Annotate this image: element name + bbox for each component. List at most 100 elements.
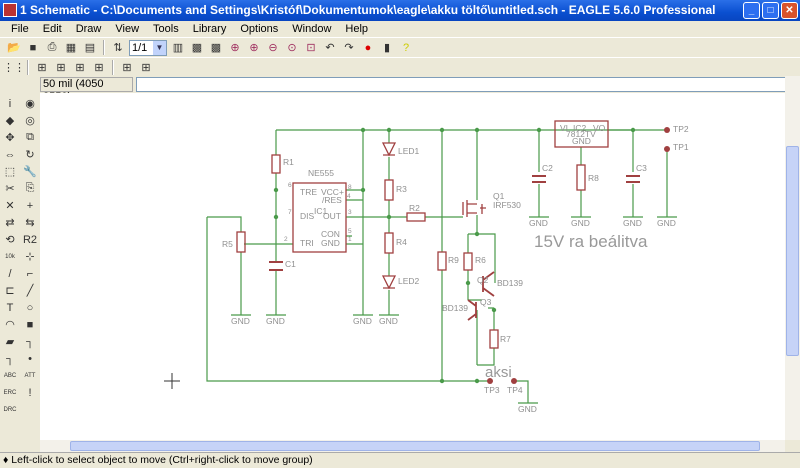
- script-icon[interactable]: ▩: [189, 40, 205, 56]
- net-icon[interactable]: ┐: [1, 350, 19, 367]
- minimize-button[interactable]: _: [743, 2, 760, 19]
- zoom-redraw-icon[interactable]: ⊙: [284, 40, 300, 56]
- label-tre: TRE: [300, 187, 317, 197]
- attribute-icon[interactable]: ATT: [21, 367, 39, 384]
- schematic-drawing[interactable]: R1NE555IC1R3R4LED1LED2R2R5C1Q1IRF530R9 R6…: [40, 93, 785, 440]
- menu-file[interactable]: File: [4, 21, 36, 37]
- text-icon[interactable]: T: [1, 299, 19, 316]
- label-icon[interactable]: ABC: [1, 367, 19, 384]
- zoom-in-icon[interactable]: ⊕: [246, 40, 262, 56]
- polygon-icon[interactable]: ▰: [1, 333, 19, 350]
- menu-tools[interactable]: Tools: [146, 21, 186, 37]
- sheet-select[interactable]: 1/1 ▼: [129, 39, 167, 56]
- menu-options[interactable]: Options: [233, 21, 285, 37]
- zoom-out-icon[interactable]: ⊖: [265, 40, 281, 56]
- bus-icon[interactable]: ┐: [21, 333, 39, 350]
- resistor-r4: [384, 232, 394, 254]
- layout-icon-2[interactable]: ⊞: [53, 59, 69, 75]
- redo-icon[interactable]: ↷: [341, 40, 357, 56]
- errors-icon[interactable]: !: [21, 384, 39, 401]
- use-icon[interactable]: ⇅: [110, 40, 126, 56]
- label-r6: R6: [475, 255, 486, 265]
- smash-icon[interactable]: ⊹: [21, 248, 39, 265]
- mosfet-q1: [462, 200, 486, 217]
- group-icon[interactable]: ⬚: [1, 163, 19, 180]
- mirror-icon[interactable]: ⇔: [1, 146, 19, 163]
- invoke-icon[interactable]: ⊏: [1, 282, 19, 299]
- name-icon[interactable]: R2: [21, 231, 39, 248]
- go-icon[interactable]: ▮: [379, 40, 395, 56]
- stop-icon[interactable]: ●: [360, 40, 376, 56]
- resistor-r2: [406, 212, 426, 222]
- resistor-r8: [576, 164, 586, 191]
- print-icon[interactable]: ⎙: [44, 40, 60, 56]
- resistor-r7: [489, 329, 499, 349]
- drc-icon[interactable]: DRC: [1, 401, 19, 418]
- wires: [206, 129, 668, 403]
- menu-view[interactable]: View: [108, 21, 146, 37]
- add-icon[interactable]: +: [21, 197, 39, 214]
- cut-icon[interactable]: ✂: [1, 180, 19, 197]
- cam-icon[interactable]: ▦: [63, 40, 79, 56]
- ulp-icon[interactable]: ▩: [208, 40, 224, 56]
- vertical-scrollbar[interactable]: [785, 76, 800, 440]
- menu-window[interactable]: Window: [285, 21, 338, 37]
- menu-edit[interactable]: Edit: [36, 21, 69, 37]
- undo-icon[interactable]: ↶: [322, 40, 338, 56]
- eye-icon[interactable]: ◉: [21, 95, 39, 112]
- gateswap-icon[interactable]: ⇆: [21, 214, 39, 231]
- zoom-fit-icon[interactable]: ⊕: [227, 40, 243, 56]
- pinswap-icon[interactable]: ⇄: [1, 214, 19, 231]
- resistor-r3: [384, 179, 394, 201]
- menu-library[interactable]: Library: [186, 21, 234, 37]
- maximize-button[interactable]: □: [762, 2, 779, 19]
- rotate-icon[interactable]: ↻: [21, 146, 39, 163]
- layout-icon-4[interactable]: ⊞: [91, 59, 107, 75]
- gnd-label: GND: [623, 218, 642, 228]
- aksi-text: aksi: [485, 364, 512, 381]
- grid-icon[interactable]: ⋮⋮: [3, 59, 25, 75]
- value-icon[interactable]: 10k: [1, 248, 19, 265]
- command-input[interactable]: [136, 77, 800, 92]
- erc-icon[interactable]: ERC: [1, 384, 19, 401]
- rect-icon[interactable]: ■: [21, 316, 39, 333]
- circle-icon[interactable]: ○: [21, 299, 39, 316]
- label-out: OUT: [323, 211, 341, 221]
- params-toolbar: ⋮⋮ ⊞ ⊞ ⊞ ⊞ ⊞ ⊞: [0, 57, 800, 76]
- delete-icon[interactable]: ✕: [1, 197, 19, 214]
- label-tp4: TP4: [507, 385, 523, 395]
- save-icon[interactable]: ■: [25, 40, 41, 56]
- horizontal-scroll-thumb[interactable]: [70, 441, 760, 451]
- menu-help[interactable]: Help: [338, 21, 375, 37]
- resistor-r1: [271, 154, 281, 174]
- split-icon[interactable]: /: [1, 265, 19, 282]
- layout-icon-3[interactable]: ⊞: [72, 59, 88, 75]
- menu-draw[interactable]: Draw: [69, 21, 109, 37]
- layout-icon-6[interactable]: ⊞: [138, 59, 154, 75]
- move-icon[interactable]: ✥: [1, 129, 19, 146]
- arc-icon[interactable]: ◠: [1, 316, 19, 333]
- main-toolbar: 📂 ■ ⎙ ▦ ▤ ⇅ 1/1 ▼ ▥ ▩ ▩ ⊕ ⊕ ⊖ ⊙ ⊡ ↶ ↷ ● ▮?: [0, 37, 800, 57]
- help-icon[interactable]: ?: [398, 40, 414, 56]
- show-icon[interactable]: ◎: [21, 112, 39, 129]
- schematic-canvas[interactable]: R1 NE555 IC1 R3 R4 LED1 LED2 R2 R5 C1 Q1 IRF530 R9 R6…: [40, 93, 785, 440]
- open-icon[interactable]: 📂: [6, 40, 22, 56]
- layout-icon-1[interactable]: ⊞: [34, 59, 50, 75]
- close-button[interactable]: ✕: [781, 2, 798, 19]
- junction-icon[interactable]: •: [21, 350, 39, 367]
- horizontal-scrollbar[interactable]: [40, 440, 785, 452]
- replace-icon[interactable]: ⟲: [1, 231, 19, 248]
- wire-icon[interactable]: ╱: [21, 282, 39, 299]
- sheet-icon[interactable]: ▤: [82, 40, 98, 56]
- paste-icon[interactable]: ⎘: [21, 180, 39, 197]
- change-icon[interactable]: 🔧: [21, 163, 39, 180]
- layout-icon-5[interactable]: ⊞: [119, 59, 135, 75]
- copy-icon[interactable]: ⧉: [21, 129, 39, 146]
- library-icon[interactable]: ▥: [170, 40, 186, 56]
- zoom-select-icon[interactable]: ⊡: [303, 40, 319, 56]
- vertical-scroll-thumb[interactable]: [786, 146, 799, 356]
- miter-icon[interactable]: ⌐: [21, 265, 39, 282]
- info-icon[interactable]: i: [1, 95, 19, 112]
- layers-icon[interactable]: ◆: [1, 112, 19, 129]
- gnd-label: GND: [353, 316, 372, 326]
